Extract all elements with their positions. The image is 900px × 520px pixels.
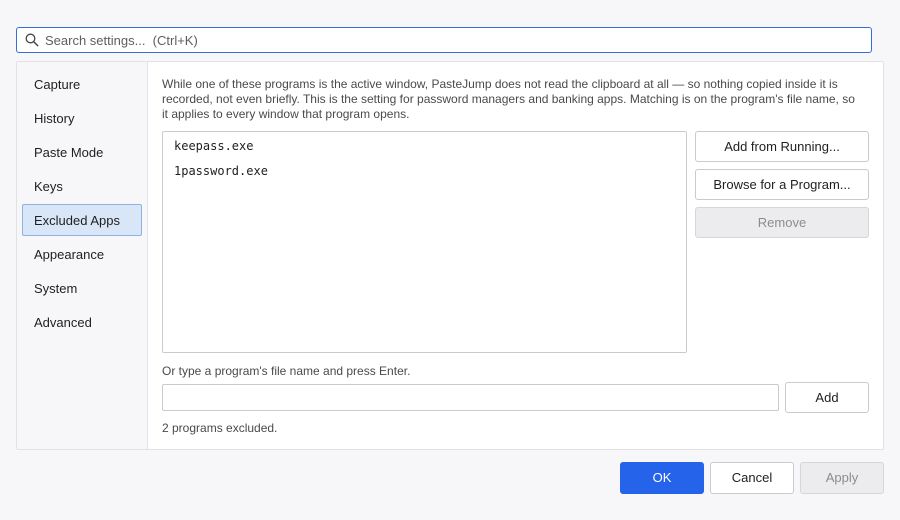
ok-button[interactable]: OK <box>620 462 704 494</box>
cancel-button[interactable]: Cancel <box>710 462 794 494</box>
program-name-input[interactable] <box>162 384 779 411</box>
add-button[interactable]: Add <box>785 382 869 413</box>
settings-search-box[interactable] <box>16 27 872 53</box>
sidebar-item-keys[interactable]: Keys <box>22 170 142 202</box>
sidebar-item-system[interactable]: System <box>22 272 142 304</box>
type-program-hint: Or type a program's file name and press … <box>162 364 411 378</box>
excluded-apps-page: While one of these programs is the activ… <box>162 62 883 449</box>
sidebar-item-paste-mode[interactable]: Paste Mode <box>22 136 142 168</box>
browse-program-button[interactable]: Browse for a Program... <box>695 169 869 200</box>
settings-panel: Capture History Paste Mode Keys Excluded… <box>16 61 884 450</box>
search-input[interactable] <box>45 29 871 51</box>
excluded-count-status: 2 programs excluded. <box>162 421 278 435</box>
search-icon <box>25 33 39 47</box>
sidebar-item-capture[interactable]: Capture <box>22 68 142 100</box>
sidebar-item-excluded-apps[interactable]: Excluded Apps <box>22 204 142 236</box>
settings-sidebar: Capture History Paste Mode Keys Excluded… <box>17 62 148 449</box>
list-item[interactable]: keepass.exe <box>163 138 686 163</box>
sidebar-item-advanced[interactable]: Advanced <box>22 306 142 338</box>
apply-button[interactable]: Apply <box>800 462 884 494</box>
sidebar-item-appearance[interactable]: Appearance <box>22 238 142 270</box>
add-from-running-button[interactable]: Add from Running... <box>695 131 869 162</box>
sidebar-item-history[interactable]: History <box>22 102 142 134</box>
excluded-apps-description: While one of these programs is the activ… <box>162 77 855 121</box>
remove-button[interactable]: Remove <box>695 207 869 238</box>
list-item[interactable]: 1password.exe <box>163 163 686 188</box>
excluded-programs-list[interactable]: keepass.exe 1password.exe <box>162 131 687 353</box>
